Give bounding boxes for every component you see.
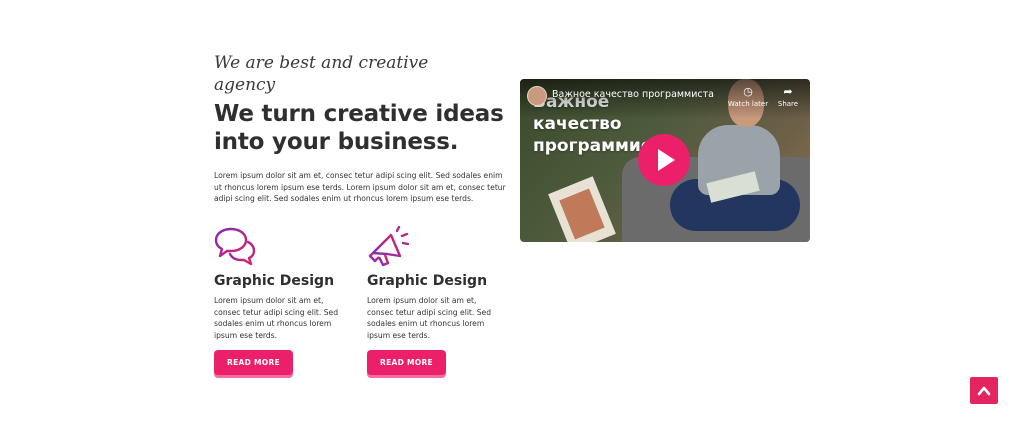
feature-title: Graphic Design [214, 273, 335, 289]
tagline: We are best and creative agency [214, 53, 429, 95]
clock-icon: ◷ [743, 85, 753, 98]
about-section: We are best and creative agency We turn … [0, 0, 1024, 440]
watch-later-label: Watch later [727, 100, 769, 108]
share-label: Share [777, 100, 799, 108]
intro-text: Lorem ipsum dolor sit am et, consec tetu… [214, 171, 506, 203]
scroll-to-top-button[interactable] [970, 377, 998, 404]
chevron-up-icon [977, 386, 991, 396]
picture-frame-shape [548, 176, 616, 242]
intro-block: We are best and creative agency We turn … [214, 52, 506, 205]
share-button[interactable]: ➦ Share [766, 85, 810, 109]
share-arrow-icon: ➦ [783, 85, 793, 98]
play-button[interactable] [638, 134, 690, 186]
speech-bubbles-icon [214, 227, 256, 266]
megaphone-icon [368, 226, 409, 267]
feature-title: Graphic Design [367, 273, 488, 289]
headline: We turn creative ideas into your busines… [214, 101, 504, 155]
video-player[interactable]: Важное качество программиста Важное каче… [520, 79, 810, 242]
feature-text: Lorem ipsum dolor sit am et, consec tetu… [367, 296, 492, 340]
read-more-button[interactable]: READ MORE [214, 350, 293, 375]
feature-text: Lorem ipsum dolor sit am et, consec tetu… [214, 296, 339, 340]
video-title[interactable]: Важное качество программиста [552, 89, 714, 100]
play-icon [658, 149, 675, 171]
watch-later-button[interactable]: ◷ Watch later [726, 85, 770, 109]
channel-avatar[interactable] [527, 86, 547, 106]
feature-graphic-design-1: Graphic Design Lorem ipsum dolor sit am … [214, 226, 344, 375]
read-more-button[interactable]: READ MORE [367, 350, 446, 375]
feature-graphic-design-2: Graphic Design Lorem ipsum dolor sit am … [367, 226, 497, 375]
